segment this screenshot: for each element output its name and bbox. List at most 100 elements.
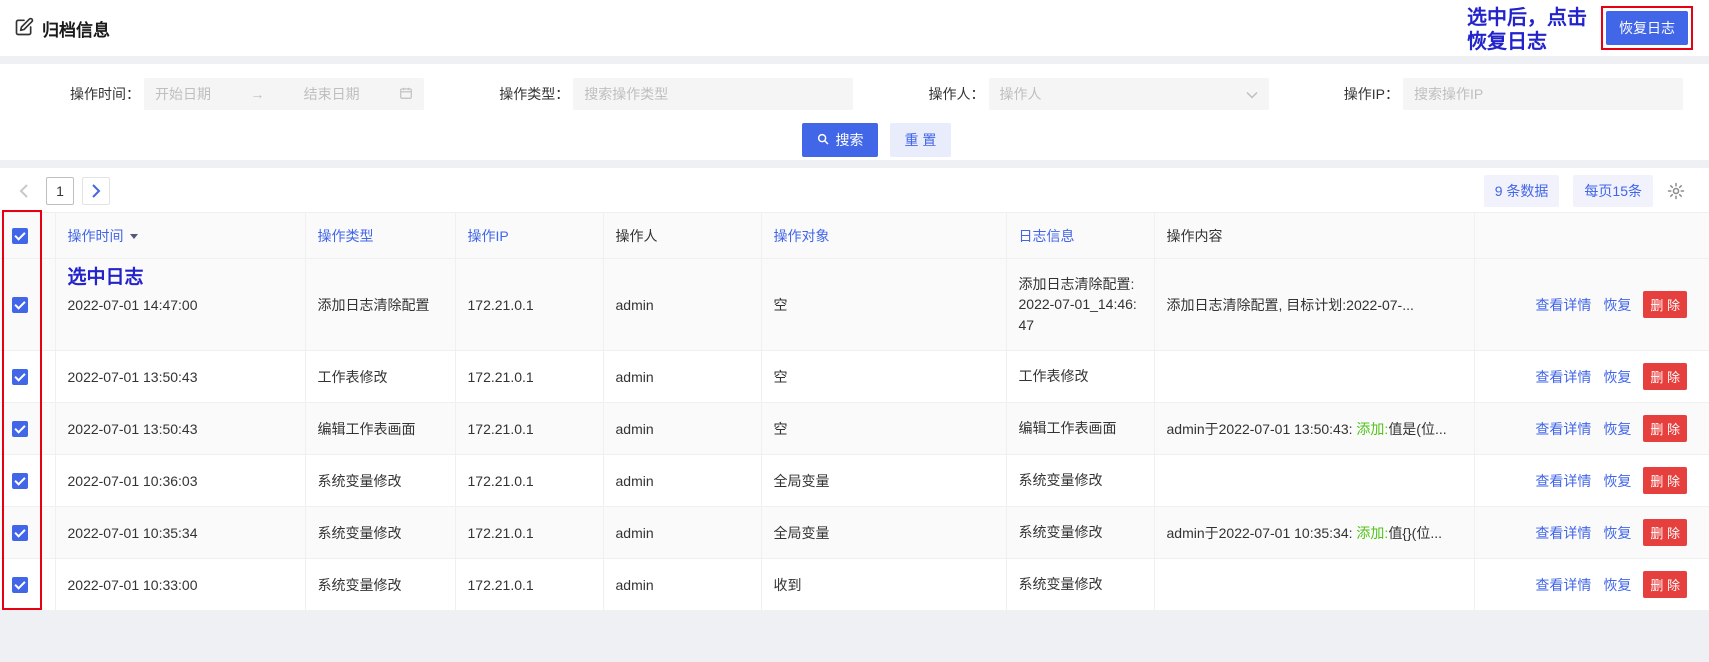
row-checkbox[interactable] [12,525,28,542]
col-header-time[interactable]: 操作时间 [55,212,306,259]
pager-row: 1 9 条数据 每页15条 [0,168,1709,212]
view-details-link[interactable]: 查看详情 [1535,577,1591,593]
delete-button[interactable]: 删 除 [1643,467,1687,494]
filter-row: 操作时间： 开始日期 → 结束日期 操作类型： 搜索操作类型 操作人： 操作人 … [70,78,1683,110]
table-row: 2022-07-01 13:50:43 工作表修改 172.21.0.1 adm… [0,350,1709,403]
pagination: 1 [10,177,110,205]
col-header-target[interactable]: 操作对象 [761,212,1007,259]
page: 归档信息 选中后，点击 恢复日志 恢复日志 操作时间： 开始日期 → 结束日期 [0,0,1709,611]
table-row: 选中日志 2022-07-01 14:47:00 添加日志清除配置 172.21… [0,258,1709,351]
reset-button[interactable]: 重 置 [889,123,952,157]
operator-select[interactable]: 操作人 [988,78,1269,110]
cell-target: 收到 [761,558,1007,611]
page-size-selector[interactable]: 每页15条 [1573,175,1653,207]
restore-link[interactable]: 恢复 [1603,421,1631,437]
delete-button[interactable]: 删 除 [1643,415,1687,442]
view-details-link[interactable]: 查看详情 [1535,525,1591,541]
cell-ip: 172.21.0.1 [455,558,604,611]
cell-content: admin于2022-07-01 10:35:34: 添加:值{}(位... [1154,506,1475,559]
restore-link[interactable]: 恢复 [1603,297,1631,313]
col-header-loginfo[interactable]: 日志信息 [1006,212,1155,259]
log-table: 操作时间 操作类型 操作IP 操作人 操作对象 日志信息 操作内容 选中日志 2… [0,212,1709,611]
cell-operator: admin [603,402,762,455]
table-row: 2022-07-01 10:36:03 系统变量修改 172.21.0.1 ad… [0,454,1709,507]
type-search-input[interactable]: 搜索操作类型 [573,78,854,110]
page-title: 归档信息 [42,20,110,40]
delete-button[interactable]: 删 除 [1643,519,1687,546]
sort-desc-icon[interactable] [129,234,138,240]
calendar-icon [399,86,413,103]
cell-type: 编辑工作表画面 [305,402,456,455]
cell-ip: 172.21.0.1 [455,402,604,455]
cell-time: 2022-07-01 14:47:00 [67,296,198,313]
end-date-placeholder[interactable]: 结束日期 [304,84,360,104]
view-details-link[interactable]: 查看详情 [1535,421,1591,437]
row-checkbox[interactable] [12,297,28,314]
view-details-link[interactable]: 查看详情 [1535,297,1591,313]
cell-loginfo: 系统变量修改 [1006,454,1155,507]
cell-target: 全局变量 [761,454,1007,507]
cell-type: 添加日志清除配置 [305,258,456,351]
start-date-placeholder[interactable]: 开始日期 [155,84,211,104]
cell-content [1154,454,1475,507]
table-row: 2022-07-01 13:50:43 编辑工作表画面 172.21.0.1 a… [0,402,1709,455]
annotation-restore-hint: 选中后，点击 恢复日志 [1467,6,1587,54]
table-row: 2022-07-01 10:33:00 系统变量修改 172.21.0.1 ad… [0,558,1709,611]
prev-page-button[interactable] [10,177,38,205]
restore-link[interactable]: 恢复 [1603,577,1631,593]
cell-loginfo: 工作表修改 [1006,350,1155,403]
cell-time: 2022-07-01 10:35:34 [55,506,306,559]
col-header-ip[interactable]: 操作IP [455,212,604,259]
edit-icon [14,17,34,40]
cell-target: 空 [761,258,1007,351]
ip-search-input[interactable]: 搜索操作IP [1402,78,1683,110]
view-details-link[interactable]: 查看详情 [1535,473,1591,489]
total-count-badge: 9 条数据 [1483,175,1560,207]
cell-operator: admin [603,454,762,507]
filter-time: 操作时间： 开始日期 → 结束日期 [70,78,424,110]
filter-type-label: 操作类型： [499,86,570,102]
col-header-operator: 操作人 [603,212,762,259]
gear-icon[interactable] [1667,182,1685,200]
cell-content [1154,558,1475,611]
search-button[interactable]: 搜索 [801,123,878,157]
row-actions: 查看详情 恢复删 除 [1474,454,1709,507]
delete-button[interactable]: 删 除 [1643,363,1687,390]
row-checkbox[interactable] [12,577,28,594]
row-actions: 查看详情 恢复删 除 [1474,350,1709,403]
cell-content: 添加日志清除配置, 目标计划:2022-07-... [1154,258,1475,351]
restore-link[interactable]: 恢复 [1603,525,1631,541]
annotation-line2: 恢复日志 [1467,31,1547,53]
row-actions: 查看详情 恢复删 除 [1474,506,1709,559]
page-number[interactable]: 1 [46,177,74,205]
delete-button[interactable]: 删 除 [1643,571,1687,598]
cell-operator: admin [603,258,762,351]
cell-type: 系统变量修改 [305,454,456,507]
filter-ip-label: 操作IP： [1343,86,1399,102]
cell-target: 空 [761,402,1007,455]
row-checkbox[interactable] [12,421,28,438]
restore-link[interactable]: 恢复 [1603,473,1631,489]
search-icon [816,132,830,149]
cell-ip: 172.21.0.1 [455,454,604,507]
row-actions: 查看详情 恢复删 除 [1474,558,1709,611]
col-header-type[interactable]: 操作类型 [305,212,456,259]
view-details-link[interactable]: 查看详情 [1535,369,1591,385]
select-all-checkbox[interactable] [12,228,28,245]
date-range-input[interactable]: 开始日期 → 结束日期 [144,78,424,110]
cell-time: 2022-07-01 10:36:03 [55,454,306,507]
col-header-actions [1474,212,1709,259]
next-page-button[interactable] [82,177,110,205]
cell-ip: 172.21.0.1 [455,506,604,559]
cell-loginfo: 添加日志清除配置: 2022-07-01_14:46:47 [1006,258,1155,351]
annotation-box-restore-button: 恢复日志 [1601,6,1693,50]
table-card: 1 9 条数据 每页15条 操作时间 操作类型 操作IP 操作人 操作对象 日志… [0,168,1709,611]
table-header-row: 操作时间 操作类型 操作IP 操作人 操作对象 日志信息 操作内容 [0,212,1709,259]
filter-bar: 操作时间： 开始日期 → 结束日期 操作类型： 搜索操作类型 操作人： 操作人 … [0,64,1709,160]
pager-right: 9 条数据 每页15条 [1483,175,1685,207]
delete-button[interactable]: 删 除 [1643,291,1687,318]
restore-link[interactable]: 恢复 [1603,369,1631,385]
row-checkbox[interactable] [12,369,28,386]
row-checkbox[interactable] [12,473,28,490]
restore-logs-button[interactable]: 恢复日志 [1606,11,1688,45]
